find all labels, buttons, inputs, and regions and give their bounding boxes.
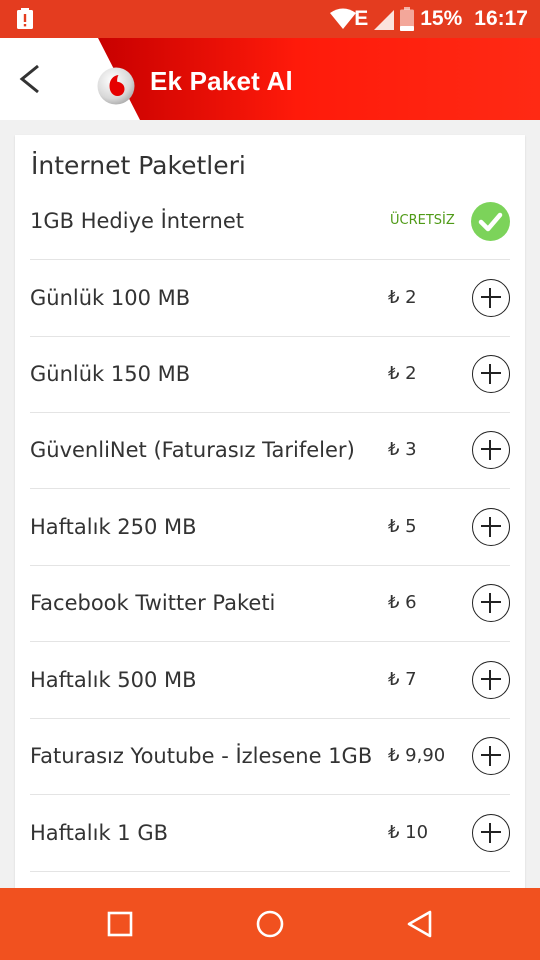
internet-packages-card: İnternet Paketleri 1GB Hediye İnternet Ü… bbox=[15, 135, 525, 895]
recents-icon[interactable] bbox=[102, 906, 138, 942]
add-package-icon[interactable] bbox=[472, 279, 510, 317]
package-price: ₺ 10 bbox=[388, 822, 429, 843]
add-package-icon[interactable] bbox=[472, 431, 510, 469]
package-name: 1GB Hediye İnternet bbox=[30, 209, 244, 233]
package-price: ₺ 2 bbox=[388, 363, 417, 384]
package-row[interactable]: Facebook Twitter Paketi ₺ 6 bbox=[30, 565, 510, 642]
package-name: Haftalık 1 GB bbox=[30, 821, 169, 845]
section-title: İnternet Paketleri bbox=[31, 151, 246, 180]
app-bar: Ek Paket Al bbox=[0, 38, 540, 120]
chevron-left-icon[interactable] bbox=[14, 60, 50, 98]
check-icon bbox=[471, 202, 510, 241]
package-price: ₺ 3 bbox=[388, 439, 417, 460]
package-row[interactable]: GüvenliNet (Faturasız Tarifeler) ₺ 3 bbox=[30, 412, 510, 489]
package-price: ₺ 6 bbox=[388, 592, 417, 613]
package-name: Haftalık 500 MB bbox=[30, 668, 197, 692]
network-type-label: E bbox=[354, 7, 369, 30]
add-package-icon[interactable] bbox=[472, 508, 510, 546]
vodafone-logo bbox=[97, 67, 135, 105]
home-icon[interactable] bbox=[252, 906, 288, 942]
navigation-bar bbox=[0, 888, 540, 960]
alert-icon bbox=[17, 8, 33, 29]
add-package-icon[interactable] bbox=[472, 814, 510, 852]
signal-icon bbox=[374, 10, 395, 30]
package-row[interactable]: 1GB Hediye İnternet ÜCRETSİZ bbox=[30, 183, 510, 260]
package-name: Facebook Twitter Paketi bbox=[30, 591, 276, 615]
package-row[interactable]: Faturasız Youtube - İzlesene 1GB ₺ 9,90 bbox=[30, 718, 510, 795]
clock: 16:17 bbox=[474, 7, 528, 30]
add-package-icon[interactable] bbox=[472, 661, 510, 699]
package-row[interactable]: Günlük 150 MB ₺ 2 bbox=[30, 336, 510, 413]
package-price: ₺ 5 bbox=[388, 516, 417, 537]
package-name: GüvenliNet (Faturasız Tarifeler) bbox=[30, 438, 355, 462]
package-price: ₺ 2 bbox=[388, 287, 417, 308]
wifi-icon bbox=[330, 8, 357, 29]
add-package-icon[interactable] bbox=[472, 737, 510, 775]
package-price: ₺ 7 bbox=[388, 669, 417, 690]
package-row[interactable]: Haftalık 1 GB ₺ 10 bbox=[30, 795, 510, 872]
status-bar: E 15% 16:17 bbox=[0, 0, 540, 38]
package-name: Günlük 100 MB bbox=[30, 286, 191, 310]
package-name: Haftalık 250 MB bbox=[30, 515, 197, 539]
package-name: Günlük 150 MB bbox=[30, 362, 191, 386]
page-title: Ek Paket Al bbox=[150, 66, 293, 96]
battery-percent: 15% bbox=[420, 7, 463, 30]
battery-icon bbox=[400, 7, 415, 31]
package-name: Faturasız Youtube - İzlesene 1GB bbox=[30, 744, 373, 768]
add-package-icon[interactable] bbox=[472, 355, 510, 393]
package-row[interactable]: Günlük 100 MB ₺ 2 bbox=[30, 260, 510, 337]
package-price-free: ÜCRETSİZ bbox=[390, 213, 455, 228]
back-triangle-icon[interactable] bbox=[402, 906, 438, 942]
add-package-icon[interactable] bbox=[472, 584, 510, 622]
package-price: ₺ 9,90 bbox=[388, 745, 446, 766]
package-row[interactable]: Haftalık 500 MB ₺ 7 bbox=[30, 642, 510, 719]
package-row[interactable]: Haftalık 250 MB ₺ 5 bbox=[30, 489, 510, 566]
